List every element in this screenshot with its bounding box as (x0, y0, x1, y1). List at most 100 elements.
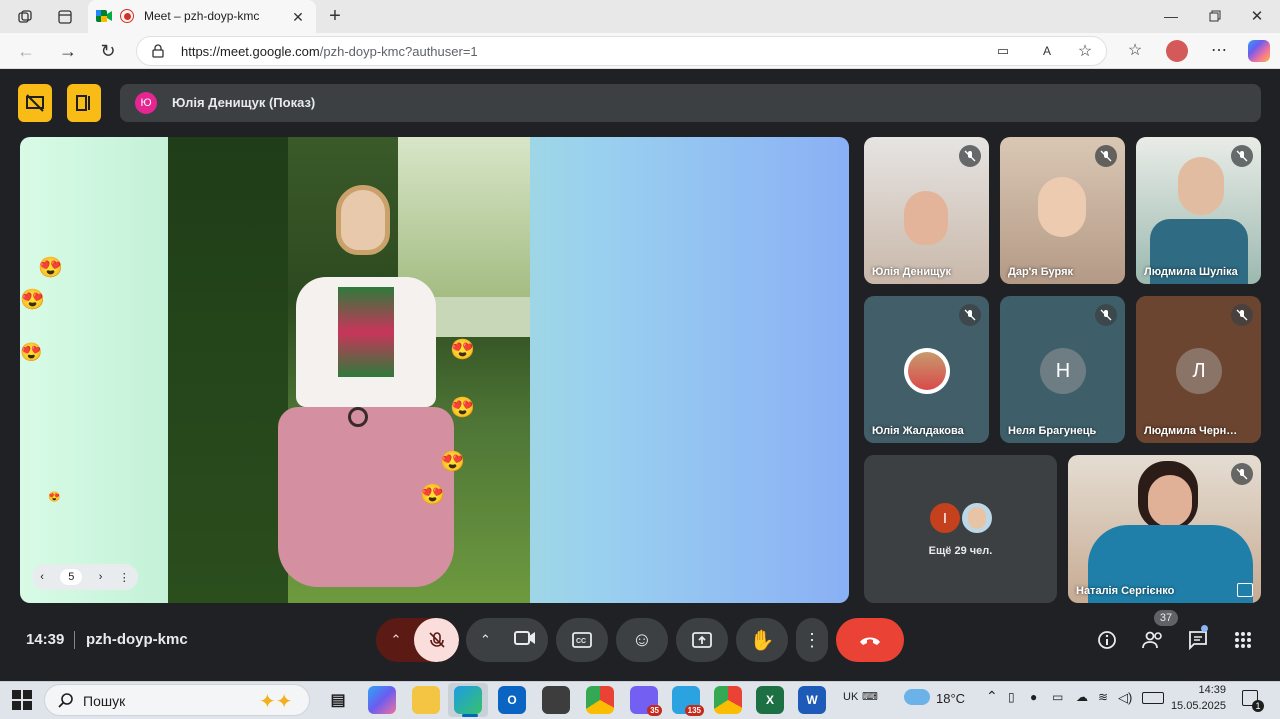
chrome-profile-icon[interactable] (714, 686, 742, 714)
weather-temp[interactable]: 18°C (936, 691, 965, 706)
tray-camera-icon[interactable]: ▭ (1052, 690, 1063, 704)
minimize-icon[interactable]: — (1160, 5, 1182, 27)
camera-control-group: ⌃ (466, 618, 548, 662)
reload-icon[interactable]: ↻ (96, 39, 120, 63)
new-tab-button[interactable]: + (324, 5, 346, 27)
forward-icon[interactable]: → (56, 39, 80, 63)
telegram-icon[interactable]: 135 (672, 686, 704, 716)
read-aloud-icon[interactable]: A (1037, 41, 1057, 61)
video-options-chevron-icon[interactable]: ⌃ (480, 632, 491, 648)
meet-logo-icon (96, 9, 112, 23)
volume-icon[interactable]: ◁) (1118, 690, 1132, 706)
close-window-icon[interactable]: ✕ (1246, 5, 1268, 27)
pin-tile-icon[interactable] (1237, 583, 1253, 597)
meeting-details-icon[interactable] (1096, 629, 1118, 651)
participant-tile[interactable]: Людмила Шуліка (1136, 137, 1261, 284)
bottom-divider (74, 631, 75, 649)
heart-eyes-emoji: 😍 (38, 257, 63, 279)
tray-cloud-icon[interactable]: ☁ (1076, 690, 1088, 704)
favorite-star-icon[interactable]: ☆ (1075, 41, 1095, 61)
camera-permission-icon[interactable]: ▭ (993, 41, 1013, 61)
present-screen-button[interactable] (676, 618, 728, 662)
tab-title: Meet – pzh-doyp-kmc (144, 9, 260, 23)
more-options-button[interactable]: ⋮ (796, 618, 828, 662)
task-view-icon[interactable]: ▤ (324, 686, 352, 714)
heart-eyes-emoji: 😍 (450, 339, 475, 361)
wifi-icon[interactable]: ≋ (1098, 690, 1108, 704)
chat-icon[interactable] (1186, 625, 1210, 651)
close-tab-icon[interactable]: ✕ (288, 7, 308, 27)
more-participants-tile[interactable]: I Ещё 29 чел. (864, 455, 1057, 603)
participant-name: Дар'я Буряк (1008, 266, 1073, 278)
participant-tile[interactable]: Н Неля Брагунець (1000, 296, 1125, 443)
clock-date[interactable]: 15.05.2025 (1166, 700, 1226, 712)
audio-options-chevron-icon[interactable]: ⌃ (376, 618, 416, 662)
heart-eyes-emoji: 😍 (420, 484, 445, 506)
mic-off-icon (1231, 145, 1253, 167)
taskbar-search[interactable]: Пошук ✦✦ (44, 684, 310, 716)
windows-start-icon[interactable] (12, 690, 32, 710)
next-slide-icon[interactable]: › (99, 571, 103, 583)
presentation-layout-button[interactable] (67, 84, 101, 122)
participant-video (1178, 157, 1224, 215)
participant-tile[interactable]: Дар'я Буряк (1000, 137, 1125, 284)
shared-screen: 😍 😍 😍 😍 😍 😍 😍 😍 ‹ 5 › ⋮ (20, 137, 849, 603)
captions-button[interactable]: CC (556, 618, 608, 662)
clock-time[interactable]: 14:39 (1174, 684, 1226, 696)
browser-tab-meet[interactable]: Meet – pzh-doyp-kmc ✕ (88, 0, 316, 33)
word-icon[interactable]: W (798, 686, 826, 714)
edge-active-indicator (462, 714, 478, 717)
reactions-button[interactable]: ☺ (616, 618, 668, 662)
store-icon[interactable] (542, 686, 570, 714)
people-icon[interactable] (1141, 629, 1165, 651)
tray-devices-icon[interactable]: ▯ (1008, 690, 1015, 704)
participant-tile[interactable]: Юлія Денищук (864, 137, 989, 284)
chrome-icon[interactable] (586, 686, 614, 714)
weather-icon[interactable] (904, 689, 930, 705)
tray-mic-icon[interactable]: ● (1030, 690, 1037, 704)
raise-hand-button[interactable]: ✋ (736, 618, 788, 662)
profile-avatar[interactable] (1166, 40, 1188, 62)
participant-avatar: Н (1040, 348, 1086, 394)
participant-tile[interactable]: Л Людмила Черн… (1136, 296, 1261, 443)
address-bar[interactable]: https://meet.google.com/pzh-doyp-kmc?aut… (136, 36, 1107, 66)
activities-icon[interactable] (1232, 629, 1254, 651)
file-explorer-icon[interactable] (412, 686, 440, 714)
hide-presentation-button[interactable] (18, 84, 52, 122)
leave-call-button[interactable] (836, 618, 904, 662)
mic-off-icon (1231, 304, 1253, 326)
workspaces-icon[interactable] (14, 6, 36, 28)
previous-slide-icon[interactable]: ‹ (40, 571, 44, 583)
participant-tile[interactable]: Наталія Сергієнко (1068, 455, 1261, 603)
heart-eyes-emoji: 😍 (20, 289, 45, 311)
battery-icon[interactable] (1142, 692, 1164, 704)
meeting-code: pzh-doyp-kmc (86, 631, 188, 648)
heart-eyes-emoji: 😍 (440, 451, 465, 473)
favorites-icon[interactable]: ☆ (1124, 39, 1146, 61)
restore-icon[interactable] (1204, 5, 1226, 27)
language-indicator[interactable]: UK (843, 691, 858, 703)
excel-icon[interactable]: X (756, 686, 784, 714)
participant-tile[interactable]: Юлія Жалдакова (864, 296, 989, 443)
camera-toggle-button[interactable] (514, 630, 536, 651)
url-host: https://meet.google.com (181, 44, 320, 59)
participant-name: Людмила Шуліка (1144, 266, 1238, 278)
viber-icon[interactable]: 35 (630, 686, 662, 716)
participant-video (1038, 177, 1086, 237)
edge-icon[interactable] (454, 686, 482, 714)
more-menu-icon[interactable]: ⋯ (1208, 39, 1230, 61)
tab-actions-icon[interactable] (54, 6, 76, 28)
people-count-badge: 37 (1154, 610, 1178, 626)
slide-more-icon[interactable]: ⋮ (119, 571, 130, 584)
back-icon[interactable]: ← (14, 39, 38, 63)
site-info-icon[interactable] (150, 43, 166, 59)
tray-chevron-icon[interactable]: ⌃ (986, 688, 998, 705)
presenter-label: Юлія Денищук (Показ) (172, 95, 316, 110)
mic-toggle-button[interactable] (414, 618, 459, 662)
copilot-icon[interactable] (1248, 40, 1270, 62)
copilot-app-icon[interactable] (368, 686, 396, 714)
keyboard-icon[interactable]: ⌨ (862, 690, 878, 703)
outlook-icon[interactable]: O (498, 686, 526, 714)
copilot-sparkle-icon: ✦✦ (259, 691, 293, 713)
search-placeholder: Пошук (83, 693, 126, 709)
